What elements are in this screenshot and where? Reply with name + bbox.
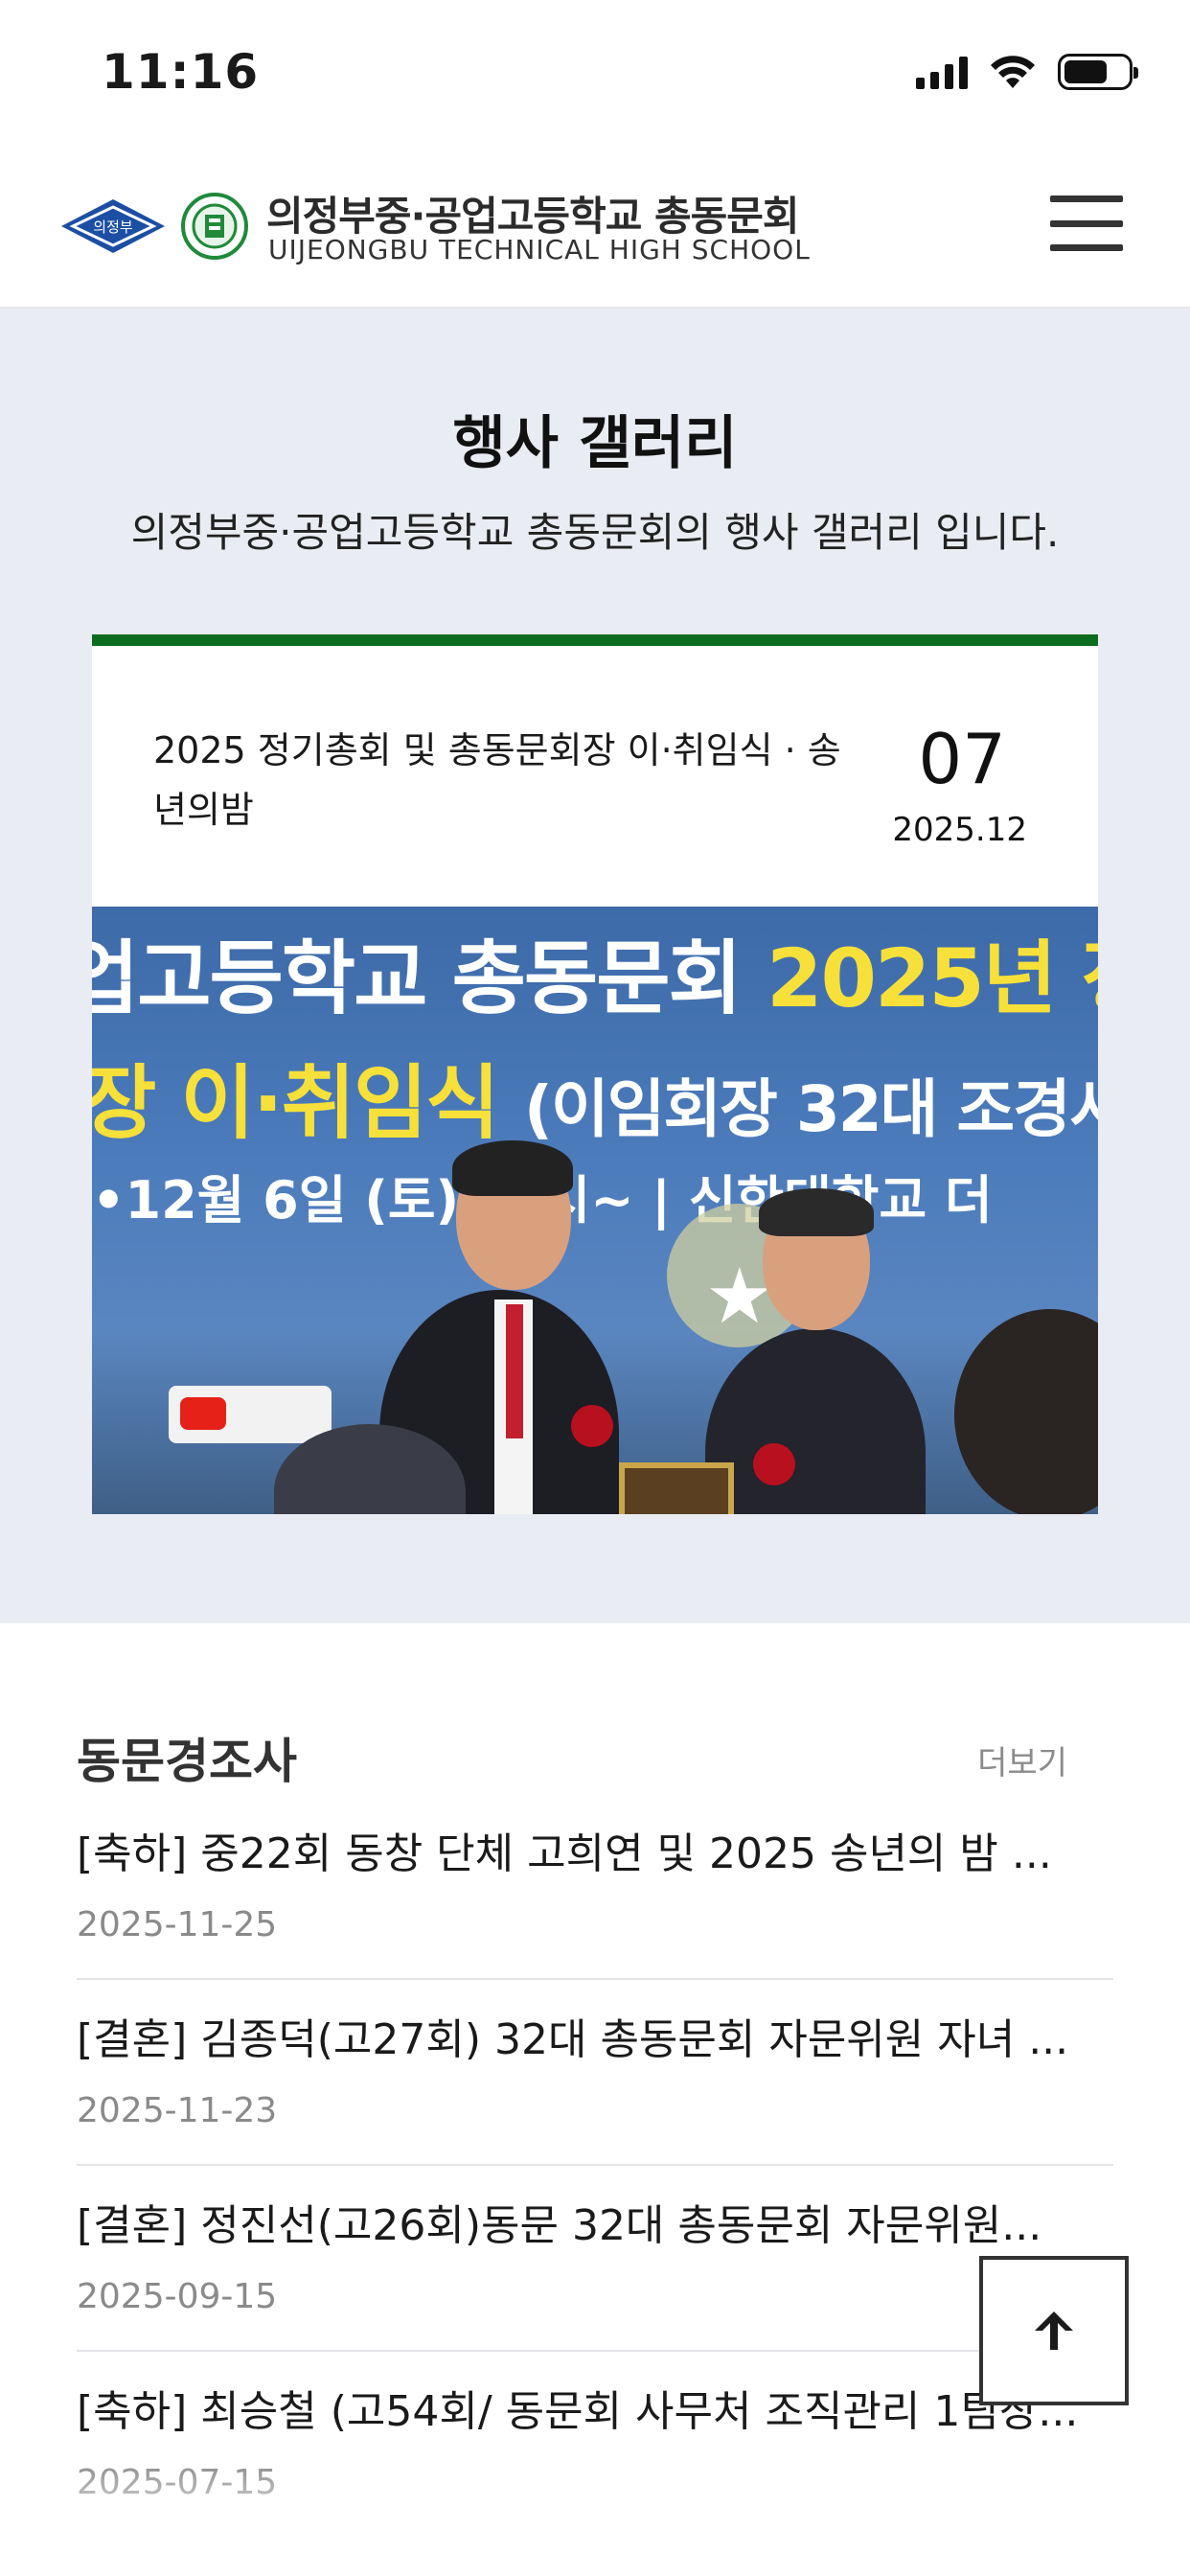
photo-banner-line2: 장 이·취임식 (이임회장 32대 조경서 · 취 [92, 1039, 1098, 1155]
banner-text-white-2: (이임회장 32대 조경서 · 취 [523, 1072, 1098, 1146]
gallery-title: 행사 갤러리 [452, 410, 738, 477]
list-item[interactable]: [축하] 중22회 동창 단체 고희연 및 2025 송년의 밤 ... 202… [77, 1794, 1113, 1980]
gallery-card[interactable]: 2025 정기총회 및 총동문회장 이·취임식 · 송년의밤 07 2025.1… [92, 634, 1098, 1514]
person-right-body [705, 1328, 926, 1514]
list-item[interactable]: [결혼] 김종덕(고27회) 32대 총동문회 자문위원 자녀 ... 2025… [77, 1980, 1113, 2166]
list-item[interactable]: [결혼] 정진선(고26회)동문 32대 총동문회 자문위원... 2025-0… [77, 2166, 1113, 2352]
event-gallery-section: 행사 갤러리 의정부중·공업고등학교 총동문회의 행사 갤러리 입니다. 202… [0, 309, 1190, 1623]
youtube-badge-icon [169, 1386, 332, 1443]
news-item-date: 2025-11-25 [77, 1905, 278, 1944]
news-list: [축하] 중22회 동창 단체 고희연 및 2025 송년의 밤 ... 202… [77, 1794, 1113, 2538]
cellular-signal-icon [916, 55, 968, 89]
corsage-flower [571, 1405, 613, 1447]
battery-icon [1058, 54, 1138, 90]
site-header: 의정부 의정부중·공업고등학교 총동문회 UIJEONGBU TECHNICAL… [0, 153, 1190, 309]
gallery-card-title[interactable]: 2025 정기총회 및 총동문회장 이·취임식 · 송년의밤 [153, 721, 862, 840]
news-item-date: 2025-09-15 [77, 2277, 278, 2316]
status-time: 11:16 [102, 44, 260, 100]
gallery-card-photo[interactable]: 업고등학교 총동문회 2025년 정기 장 이·취임식 (이임회장 32대 조경… [92, 907, 1098, 1514]
arrow-up-icon [1035, 2312, 1073, 2350]
person-left-hair [452, 1140, 573, 1196]
corsage-flower [753, 1443, 795, 1485]
hamburger-menu-icon[interactable] [1050, 192, 1123, 255]
diamond-logo-text: 의정부 [93, 218, 133, 236]
news-item-title[interactable]: [결혼] 김종덕(고27회) 32대 총동문회 자문위원 자녀 ... [77, 2005, 1113, 2066]
audience-head [954, 1309, 1098, 1514]
alumni-seal-logo[interactable] [180, 192, 249, 261]
banner-text-yellow: 2025년 정기 [767, 932, 1098, 1025]
person-right-hair [759, 1188, 874, 1236]
news-heading: 동문경조사 [77, 1734, 297, 1789]
news-item-title[interactable]: [축하] 중22회 동창 단체 고희연 및 2025 송년의 밤 ... [77, 1819, 1113, 1880]
news-item-date: 2025-11-23 [77, 2091, 278, 2130]
status-icons [916, 54, 1138, 90]
banner-text-white: 업고등학교 총동문회 [92, 932, 767, 1025]
news-item-title[interactable]: [축하] 최승철 (고54회/ 동문회 사무처 조직관리 1팀장... [77, 2377, 1113, 2438]
wifi-icon [991, 56, 1035, 88]
site-subtitle: UIJEONGBU TECHNICAL HIGH SCHOOL [268, 234, 811, 265]
gallery-card-month: 2025.12 [892, 811, 1027, 849]
status-bar: 11:16 [0, 0, 1190, 153]
bottom-fade [0, 2461, 1190, 2576]
award-plaque [619, 1462, 734, 1514]
school-diamond-logo[interactable]: 의정부 [59, 197, 167, 255]
more-link[interactable]: 더보기 [977, 1736, 1067, 1783]
alumni-news-section: 동문경조사 더보기 [축하] 중22회 동창 단체 고희연 및 2025 송년의… [0, 1623, 1190, 2576]
banner-text-yellow-2: 장 이·취임식 [92, 1056, 524, 1150]
gallery-card-header: 2025 정기총회 및 총동문회장 이·취임식 · 송년의밤 07 2025.1… [92, 646, 1098, 907]
gallery-description: 의정부중·공업고등학교 총동문회의 행사 갤러리 입니다. [130, 509, 1060, 556]
gallery-card-day: 07 [918, 719, 1006, 799]
news-item-title[interactable]: [결혼] 정진선(고26회)동문 32대 총동문회 자문위원... [77, 2191, 1113, 2252]
person-left-tie [506, 1304, 523, 1438]
photo-banner-line1: 업고등학교 총동문회 2025년 정기 [92, 914, 1098, 1030]
scroll-to-top-button[interactable] [979, 2256, 1129, 2405]
